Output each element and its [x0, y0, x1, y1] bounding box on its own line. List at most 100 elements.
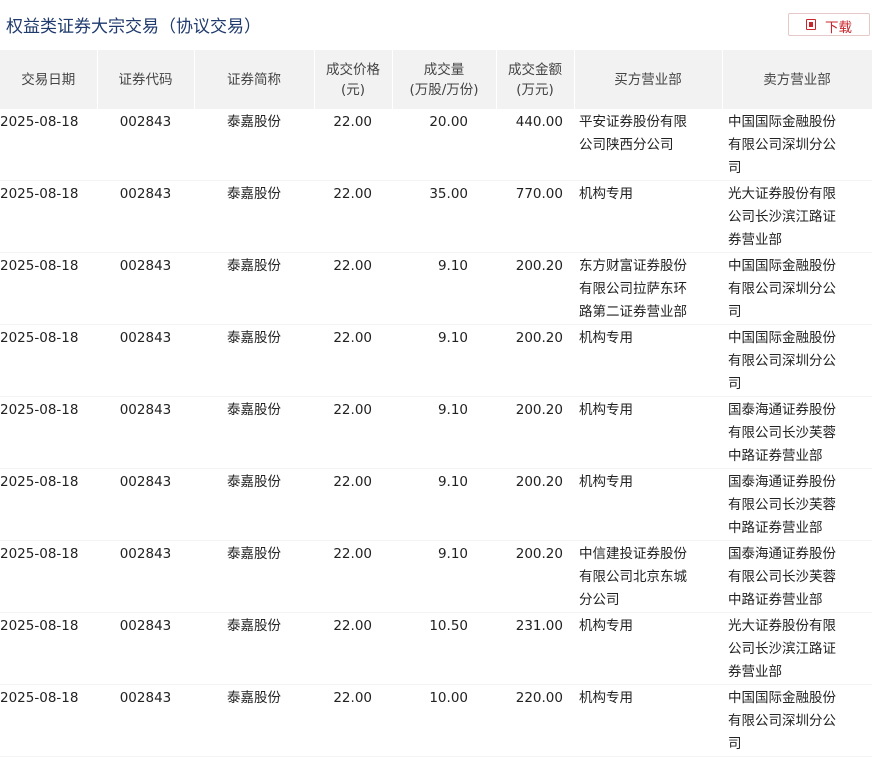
cell-code-text: 002843	[119, 402, 172, 418]
cell-name-text: 泰嘉股份	[227, 402, 281, 418]
col-header-date: 交易日期	[0, 50, 98, 109]
cell-price-text: 22.00	[333, 474, 372, 490]
table-row: 2025-08-18 002843 泰嘉股份 22.00 10.00 220.00 机构专用…	[0, 684, 872, 757]
cell-buyer-text: 机构专用	[579, 402, 633, 418]
cell-price: 22.00	[314, 180, 392, 253]
cell-code-text: 002843	[119, 186, 172, 202]
cell-date-text: 2025-08-18	[0, 402, 79, 418]
cell-amount-text: 440.00	[515, 114, 563, 130]
cell-date: 2025-08-18	[0, 109, 97, 181]
cell-date: 2025-08-18	[0, 612, 97, 685]
table-row: 2025-08-18 002843 泰嘉股份 22.00 9.10 200.20 机构专用 国…	[0, 396, 872, 469]
cell-price: 22.00	[314, 540, 392, 613]
cell-code-text: 002843	[119, 114, 172, 130]
cell-code-text: 002843	[119, 474, 172, 490]
section-header: 权益类证券大宗交易（协议交易） 下载	[0, 0, 872, 50]
cell-price: 22.00	[314, 109, 392, 181]
cell-price: 22.00	[314, 612, 392, 685]
block-trade-table: 交易日期 证券代码 证券简称 成交价格 (元) 成交量 (万股/万份) 成交金额 (万…	[0, 50, 872, 757]
cell-seller: 国泰海通证券股份有限公司长沙芙蓉中路证券营业部	[722, 396, 872, 469]
cell-name: 泰嘉股份	[194, 324, 314, 397]
cell-volume: 9.10	[392, 252, 496, 325]
cell-amount: 200.20	[496, 252, 574, 325]
cell-price-text: 22.00	[333, 330, 372, 346]
cell-date-text: 2025-08-18	[0, 690, 79, 706]
download-label: 下载	[825, 20, 852, 36]
cell-volume: 9.10	[392, 324, 496, 397]
cell-date-text: 2025-08-18	[0, 114, 79, 130]
cell-amount-text: 220.00	[515, 690, 563, 706]
cell-amount: 770.00	[496, 180, 574, 253]
cell-buyer: 机构专用	[574, 396, 722, 469]
cell-buyer-text: 机构专用	[579, 186, 633, 202]
download-button[interactable]: 下载	[788, 13, 870, 36]
cell-seller: 国泰海通证券股份有限公司长沙芙蓉中路证券营业部	[722, 540, 872, 613]
cell-date-text: 2025-08-18	[0, 186, 79, 202]
cell-seller: 国泰海通证券股份有限公司长沙芙蓉中路证券营业部	[722, 468, 872, 541]
cell-seller-text: 国泰海通证券股份有限公司长沙芙蓉中路证券营业部	[728, 474, 836, 536]
table-row: 2025-08-18 002843 泰嘉股份 22.00 9.10 200.20 机构专用 中…	[0, 324, 872, 397]
cell-price-text: 22.00	[333, 546, 372, 562]
cell-buyer-text: 东方财富证券股份有限公司拉萨东环路第二证券营业部	[579, 258, 687, 320]
cell-price-text: 22.00	[333, 114, 372, 130]
cell-amount-text: 200.20	[515, 546, 563, 562]
cell-amount: 231.00	[496, 612, 574, 685]
cell-code: 002843	[97, 612, 194, 685]
cell-seller-text: 中国国际金融股份有限公司深圳分公司	[728, 258, 836, 320]
cell-date: 2025-08-18	[0, 468, 97, 541]
cell-amount-text: 200.20	[515, 258, 563, 274]
cell-price-text: 22.00	[333, 402, 372, 418]
table-row: 2025-08-18 002843 泰嘉股份 22.00 9.10 200.20 中信建投证…	[0, 540, 872, 613]
cell-code-text: 002843	[119, 546, 172, 562]
cell-price: 22.00	[314, 324, 392, 397]
cell-volume-text: 9.10	[437, 474, 468, 490]
cell-seller-text: 光大证券股份有限公司长沙滨江路证券营业部	[728, 618, 836, 680]
cell-price: 22.00	[314, 468, 392, 541]
cell-price: 22.00	[314, 252, 392, 325]
cell-seller: 中国国际金融股份有限公司深圳分公司	[722, 324, 872, 397]
col-header-seller: 卖方营业部	[722, 50, 872, 109]
cell-buyer-text: 机构专用	[579, 690, 633, 706]
cell-date-text: 2025-08-18	[0, 258, 79, 274]
cell-name-text: 泰嘉股份	[227, 114, 281, 130]
page-title: 权益类证券大宗交易（协议交易）	[6, 17, 261, 37]
cell-volume-text: 10.00	[429, 690, 468, 706]
cell-buyer: 中信建投证券股份有限公司北京东城分公司	[574, 540, 722, 613]
cell-price-text: 22.00	[333, 690, 372, 706]
cell-amount: 200.20	[496, 540, 574, 613]
cell-seller-text: 中国国际金融股份有限公司深圳分公司	[728, 114, 836, 176]
col-header-volume: 成交量 (万股/万份)	[392, 50, 497, 109]
cell-buyer: 机构专用	[574, 468, 722, 541]
cell-buyer-text: 中信建投证券股份有限公司北京东城分公司	[579, 546, 687, 608]
cell-buyer: 机构专用	[574, 684, 722, 757]
cell-date-text: 2025-08-18	[0, 546, 79, 562]
cell-seller-text: 光大证券股份有限公司长沙滨江路证券营业部	[728, 186, 836, 248]
cell-volume-text: 35.00	[429, 186, 468, 202]
cell-name: 泰嘉股份	[194, 252, 314, 325]
cell-volume: 10.50	[392, 612, 496, 685]
cell-volume-text: 9.10	[437, 402, 468, 418]
cell-volume-text: 9.10	[437, 546, 468, 562]
cell-buyer: 东方财富证券股份有限公司拉萨东环路第二证券营业部	[574, 252, 722, 325]
cell-name-text: 泰嘉股份	[227, 186, 281, 202]
col-header-name: 证券简称	[194, 50, 315, 109]
pdf-download-icon	[806, 19, 816, 30]
cell-seller-text: 国泰海通证券股份有限公司长沙芙蓉中路证券营业部	[728, 546, 836, 608]
cell-date: 2025-08-18	[0, 396, 97, 469]
cell-name: 泰嘉股份	[194, 109, 314, 181]
col-header-amount: 成交金额 (万元)	[496, 50, 575, 109]
cell-buyer-text: 机构专用	[579, 330, 633, 346]
cell-volume-text: 9.10	[437, 258, 468, 274]
cell-code: 002843	[97, 109, 194, 181]
cell-buyer-text: 机构专用	[579, 474, 633, 490]
cell-code-text: 002843	[119, 618, 172, 634]
cell-amount-text: 200.20	[515, 474, 563, 490]
cell-code-text: 002843	[119, 258, 172, 274]
cell-buyer: 平安证券股份有限公司陕西分公司	[574, 109, 722, 181]
table-row: 2025-08-18 002843 泰嘉股份 22.00 20.00 440.00 平安证券…	[0, 109, 872, 181]
cell-code-text: 002843	[119, 330, 172, 346]
cell-buyer: 机构专用	[574, 324, 722, 397]
cell-date-text: 2025-08-18	[0, 618, 79, 634]
cell-seller: 中国国际金融股份有限公司深圳分公司	[722, 252, 872, 325]
cell-volume: 9.10	[392, 396, 496, 469]
